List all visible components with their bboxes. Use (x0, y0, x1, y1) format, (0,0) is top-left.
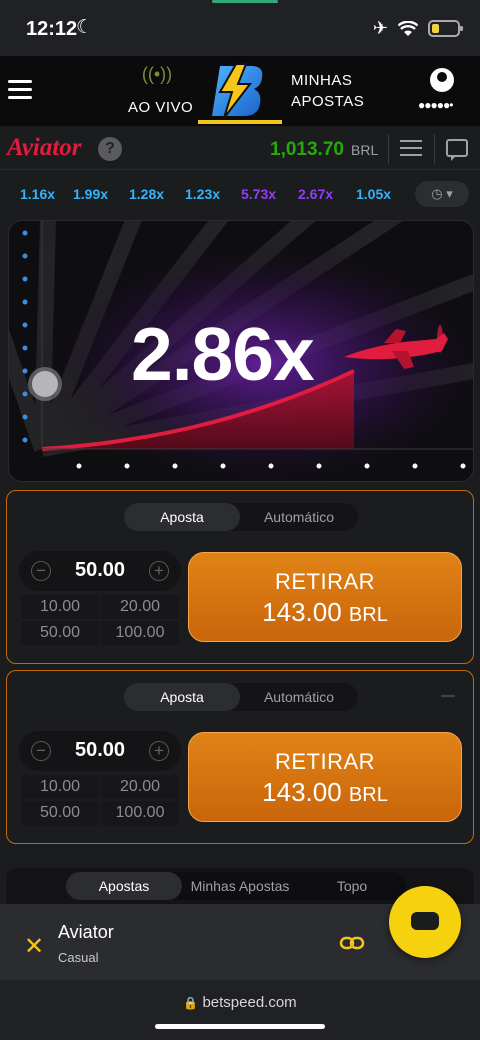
cashout-amount-line: 143.00 BRL (189, 777, 461, 808)
status-icons: ✈ (372, 18, 463, 39)
decrease-button[interactable]: − (31, 561, 51, 581)
increase-button[interactable]: + (149, 561, 169, 581)
aviator-game-screen: 12:12 ☾ ✈ ((•)) AO VIVO MINHAS APOSTAS ●… (0, 0, 480, 1040)
support-chat-button[interactable] (389, 886, 461, 958)
site-header: ((•)) AO VIVO MINHAS APOSTAS ●●●●●• (0, 56, 480, 126)
current-multiplier: 2.86x (131, 312, 315, 396)
tab-auto[interactable]: Automático (240, 503, 358, 531)
decrease-button[interactable]: − (31, 741, 51, 761)
airplane-icon: ✈ (372, 18, 388, 38)
live-broadcast-icon[interactable]: ((•)) (140, 64, 174, 86)
close-icon[interactable]: ✕ (24, 932, 44, 961)
bet-amount-stepper: − 50.00 + (19, 551, 181, 591)
cashout-currency: BRL (348, 784, 388, 806)
aviator-logo: Aviator (7, 134, 82, 161)
tab-auto[interactable]: Automático (240, 683, 358, 711)
quick-amount-button[interactable]: 100.00 (101, 801, 179, 825)
battery-icon (428, 20, 463, 37)
cashout-amount: 143.00 (262, 597, 342, 627)
url-display[interactable]: 🔒 betspeed.com (0, 994, 480, 1011)
quick-amount-button[interactable]: 20.00 (101, 775, 179, 799)
balance-currency: BRL (351, 142, 379, 158)
mini-player-title: Aviator (58, 922, 114, 942)
tab-bet[interactable]: Aposta (124, 683, 240, 711)
betspeed-logo-icon[interactable] (206, 62, 268, 120)
hamburger-menu-icon[interactable] (8, 80, 32, 100)
bet-amount-stepper: − 50.00 + (19, 731, 181, 771)
my-bets-nav[interactable]: MINHAS APOSTAS (291, 70, 364, 112)
cashout-label: RETIRAR (274, 569, 376, 594)
history-item: 1.05x (356, 186, 392, 202)
my-bets-label-line2: APOSTAS (291, 93, 365, 110)
my-bets-label-line1: MINHAS (291, 72, 353, 89)
bets-tab-switcher: Apostas Minhas Apostas Topo (66, 872, 406, 900)
moon-icon: ☾ (76, 17, 94, 38)
remove-panel-button[interactable] (441, 695, 455, 697)
link-icon[interactable] (339, 930, 365, 956)
masked-username: ●●●●●• (418, 98, 453, 112)
bet-amount-value[interactable]: 50.00 (59, 739, 141, 762)
user-avatar-icon[interactable] (430, 68, 454, 92)
divider (434, 134, 435, 164)
history-item: 2.67x (298, 186, 334, 202)
quick-amount-button[interactable]: 10.00 (21, 775, 99, 799)
increase-button[interactable]: + (149, 741, 169, 761)
notch-indicator (212, 0, 278, 3)
game-bar: Aviator ? 1,013.70 BRL (0, 126, 480, 170)
bet-amount-value[interactable]: 50.00 (59, 559, 141, 582)
wifi-icon (398, 20, 418, 36)
game-canvas: 2.86x (8, 220, 474, 482)
quick-amount-button[interactable]: 10.00 (21, 595, 99, 619)
active-nav-indicator (198, 120, 282, 124)
history-item: 1.99x (73, 186, 109, 202)
url-text: betspeed.com (202, 994, 297, 1011)
divider (388, 134, 389, 164)
history-item: 1.28x (129, 186, 165, 202)
balance-amount: 1,013.70 (270, 139, 344, 160)
lock-icon: 🔒 (183, 996, 199, 1010)
cashout-currency: BRL (348, 604, 388, 626)
bet-panel-2: Aposta Automático − 50.00 + 10.00 20.00 … (6, 670, 474, 844)
quick-amount-button[interactable]: 100.00 (101, 621, 179, 645)
tab-all-bets[interactable]: Apostas (66, 872, 182, 900)
browser-url-bar: 🔒 betspeed.com (0, 980, 480, 1040)
history-clock-icon: ◷ (431, 186, 443, 201)
cashout-label: RETIRAR (274, 749, 376, 774)
quick-amount-button[interactable]: 20.00 (101, 595, 179, 619)
chevron-down-icon: ▾ (446, 186, 453, 201)
history-toggle-button[interactable]: ◷ ▾ (415, 181, 469, 207)
quick-amount-button[interactable]: 50.00 (21, 801, 99, 825)
multiplier-history: 1.16x 1.99x 1.28x 1.23x 5.73x 2.67x 1.05… (0, 176, 480, 212)
history-item: 5.73x (241, 186, 277, 202)
live-nav-label[interactable]: AO VIVO (128, 99, 193, 116)
status-bar: 12:12 ☾ ✈ (0, 0, 480, 56)
bet-mode-tabs: Aposta Automático (124, 503, 358, 531)
quick-amount-button[interactable]: 50.00 (21, 621, 99, 645)
history-item: 1.23x (185, 186, 221, 202)
tab-bet[interactable]: Aposta (124, 503, 240, 531)
game-menu-icon[interactable] (400, 140, 422, 158)
tab-top[interactable]: Topo (298, 872, 406, 900)
cashout-button[interactable]: RETIRAR 143.00 BRL (188, 732, 462, 822)
home-indicator (155, 1024, 325, 1029)
cashout-button[interactable]: RETIRAR 143.00 BRL (188, 552, 462, 642)
tab-my-bets[interactable]: Minhas Apostas (182, 872, 298, 900)
status-time: 12:12 (26, 18, 78, 40)
cashout-amount-line: 143.00 BRL (189, 597, 461, 628)
help-button[interactable]: ? (98, 137, 122, 161)
bet-panel-1: Aposta Automático − 50.00 + 10.00 20.00 … (6, 490, 474, 664)
mini-player-subtitle: Casual (58, 950, 99, 965)
chat-icon[interactable] (446, 139, 468, 161)
cashout-amount: 143.00 (262, 777, 342, 807)
history-item: 1.16x (20, 186, 56, 202)
bet-mode-tabs: Aposta Automático (124, 683, 358, 711)
